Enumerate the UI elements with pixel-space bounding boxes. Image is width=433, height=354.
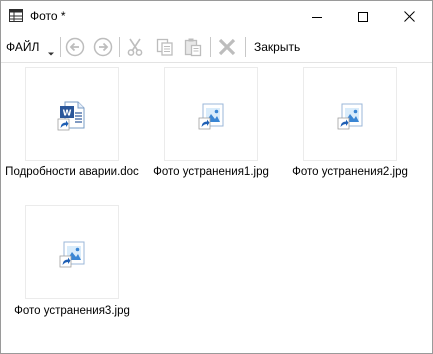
scissors-icon[interactable] xyxy=(125,37,145,57)
copy-icon[interactable] xyxy=(155,37,175,57)
close-window-button[interactable] xyxy=(386,1,432,32)
back-arrow-icon[interactable] xyxy=(65,37,85,57)
file-label: Подробности аварии.doc xyxy=(5,166,139,178)
file-browser-window: Фото * ФАЙЛ Закрыть W Подробности аварии… xyxy=(0,0,433,354)
file-thumbnail[interactable] xyxy=(25,205,119,299)
maximize-button[interactable] xyxy=(340,1,386,32)
minimize-icon xyxy=(312,16,322,18)
file-thumbnail[interactable] xyxy=(303,67,397,161)
file-menu[interactable]: ФАЙЛ xyxy=(6,40,39,54)
minimize-button[interactable] xyxy=(294,1,340,32)
image-shortcut-icon xyxy=(334,100,366,132)
toolbar-separator xyxy=(119,37,120,57)
forward-arrow-icon[interactable] xyxy=(93,37,113,57)
chevron-down-icon[interactable] xyxy=(47,44,55,56)
window-title: Фото * xyxy=(30,9,66,23)
delete-x-icon[interactable] xyxy=(217,37,237,57)
table-icon xyxy=(9,9,23,22)
paste-icon[interactable] xyxy=(183,37,203,57)
file-grid: W Подробности аварии.doc Фото устранения… xyxy=(1,63,432,353)
file-label: Фото устранения1.jpg xyxy=(153,166,269,178)
maximize-icon xyxy=(358,11,368,22)
image-shortcut-icon xyxy=(195,100,227,132)
svg-text:W: W xyxy=(63,109,72,118)
close-icon xyxy=(403,11,415,22)
toolbar: ФАЙЛ Закрыть xyxy=(1,32,432,63)
close-button[interactable]: Закрыть xyxy=(254,40,300,54)
word-doc-shortcut-icon: W xyxy=(56,100,88,132)
toolbar-separator xyxy=(210,37,211,57)
toolbar-separator xyxy=(245,37,246,57)
file-label: Фото устранения3.jpg xyxy=(14,305,130,317)
file-thumbnail[interactable] xyxy=(164,67,258,161)
title-bar[interactable]: Фото * xyxy=(1,1,432,32)
file-label: Фото устранения2.jpg xyxy=(292,166,408,178)
toolbar-separator xyxy=(60,37,61,57)
file-thumbnail[interactable]: W xyxy=(25,67,119,161)
image-shortcut-icon xyxy=(56,238,88,270)
